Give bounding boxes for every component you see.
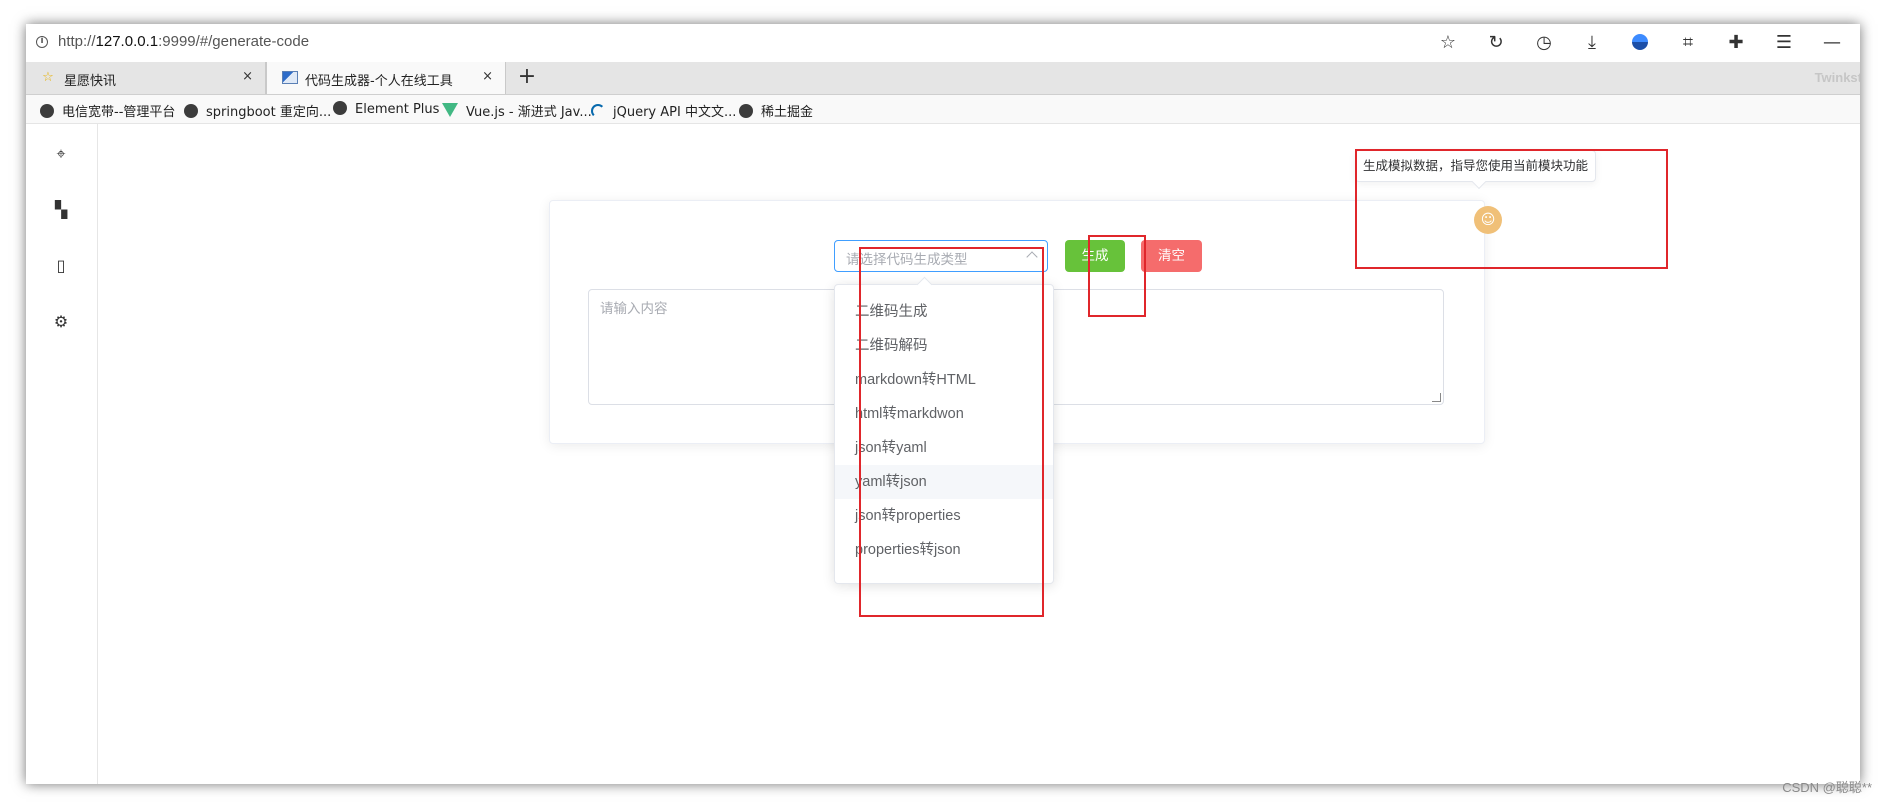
bookmark-item[interactable]: Vue.js - 渐进式 Jav...: [442, 101, 592, 120]
url-prefix: http://: [58, 33, 96, 50]
tab-bar: ☆ 星愿快讯 × 代码生成器-个人在线工具 × + Twinkst: [26, 62, 1860, 95]
globe-icon: [40, 104, 54, 118]
url-text[interactable]: http://127.0.0.1:9999/#/generate-code: [58, 33, 309, 50]
bookmark-label: Vue.js - 渐进式 Jav...: [466, 105, 592, 120]
crop-icon[interactable]: ⌗: [1677, 32, 1699, 54]
bookmark-item[interactable]: springboot 重定向...: [184, 101, 331, 120]
annotation-box-generate: [1088, 235, 1146, 317]
close-icon[interactable]: ×: [482, 69, 493, 84]
star-icon: ☆: [42, 70, 54, 85]
app-sidebar: ⌖ ▚ ▯ ⚙: [26, 124, 98, 784]
resize-handle[interactable]: [1432, 393, 1441, 402]
bookmarks-bar: 电信宽带--管理平台 springboot 重定向... Element Plu…: [26, 95, 1860, 124]
globe-icon: [184, 104, 198, 118]
textarea-placeholder: 请输入内容: [600, 301, 668, 317]
bookmark-label: springboot 重定向...: [206, 105, 332, 120]
watermark: CSDN @聪聪**: [1782, 780, 1872, 795]
menu-icon[interactable]: ☰: [1773, 32, 1795, 54]
annotation-box-helper: [1355, 149, 1668, 269]
account-icon[interactable]: [1629, 32, 1651, 54]
tab-label: 星愿快讯: [64, 74, 117, 89]
globe-icon: [739, 104, 753, 118]
url-path: :9999/#/generate-code: [158, 33, 310, 50]
new-tab-button[interactable]: +: [512, 62, 542, 94]
tab-overflow-text: Twinkst: [1814, 70, 1860, 85]
download-icon[interactable]: ⤓: [1581, 32, 1603, 54]
site-icon: [282, 71, 298, 85]
extensions-icon[interactable]: ✚: [1725, 32, 1747, 54]
jquery-icon: [591, 104, 605, 118]
reload-icon[interactable]: ↻: [1485, 32, 1507, 54]
notebook-icon[interactable]: ▯: [51, 256, 71, 276]
globe-icon: [333, 101, 347, 115]
vue-icon: [442, 103, 458, 117]
bookmark-label: 电信宽带--管理平台: [62, 105, 176, 120]
tab-label: 代码生成器-个人在线工具: [305, 74, 453, 89]
star-icon[interactable]: ☆: [1437, 32, 1459, 54]
annotation-box-dropdown: [859, 247, 1044, 617]
address-bar[interactable]: i http://127.0.0.1:9999/#/generate-code …: [26, 24, 1860, 63]
bookmark-item[interactable]: jQuery API 中文文...: [591, 101, 736, 120]
clear-button[interactable]: 清空: [1141, 240, 1202, 272]
site-info-icon[interactable]: i: [36, 36, 48, 48]
minimize-icon[interactable]: —: [1821, 32, 1843, 54]
bookmark-item[interactable]: 电信宽带--管理平台: [40, 101, 175, 120]
bookmark-label: jQuery API 中文文...: [613, 105, 737, 120]
tab-xingyuan[interactable]: ☆ 星愿快讯 ×: [26, 62, 266, 94]
url-host: 127.0.0.1: [95, 33, 159, 50]
bookmark-label: Element Plus: [355, 102, 440, 117]
bookmark-item[interactable]: 稀土掘金: [739, 101, 813, 120]
bookmark-label: 稀土掘金: [761, 105, 814, 120]
tab-code-generator[interactable]: 代码生成器-个人在线工具 ×: [266, 62, 506, 94]
history-icon[interactable]: ◷: [1533, 32, 1555, 54]
bookmark-item[interactable]: Element Plus: [333, 101, 439, 117]
settings-icon[interactable]: ⚙: [51, 312, 71, 332]
location-icon[interactable]: ⌖: [51, 144, 71, 164]
close-icon[interactable]: ×: [242, 69, 253, 84]
grid-icon[interactable]: ▚: [51, 200, 71, 220]
